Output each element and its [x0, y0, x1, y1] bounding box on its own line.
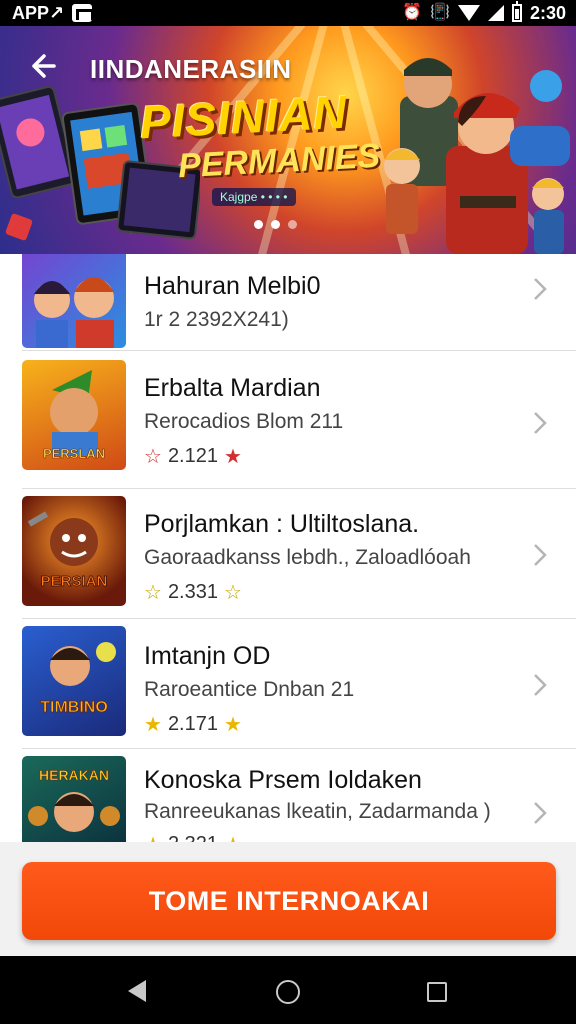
rating-value: 2.331 — [167, 581, 218, 603]
game-rating: ☆ 2.331 ☆ — [144, 580, 242, 605]
game-subtitle: Gaoraadkanss lebdh., Zaloadlóoah — [144, 546, 471, 569]
home-nav-icon[interactable] — [276, 980, 300, 1004]
game-name: Konoska Prsem Ioldaken — [144, 766, 422, 794]
chevron-right-icon — [534, 674, 547, 696]
list-item[interactable]: TIMBINO Imtanjn OD Raroeantice Dnban 21 … — [0, 624, 576, 754]
recents-nav-icon[interactable] — [427, 982, 447, 1002]
rating-value: 2.171 — [167, 713, 218, 735]
back-arrow-icon[interactable] — [26, 50, 58, 82]
game-rating: ★ 2.171 ★ — [144, 712, 242, 737]
star-icon: ★ — [224, 714, 242, 736]
game-subtitle: 1r 2 2392X241) — [144, 308, 289, 331]
list-item[interactable]: HERAKAN Konoska Prsem Ioldaken Ranreeuka… — [0, 754, 576, 842]
game-thumbnail: HERAKAN — [22, 756, 126, 842]
game-subtitle: Rerocadios Blom 211 — [144, 410, 344, 433]
rating-value: 2.321 — [168, 833, 218, 842]
divider — [22, 350, 576, 351]
divider — [22, 618, 576, 619]
star-icon: ★ — [224, 832, 242, 842]
game-rating: ★ 2.321 ★ — [144, 832, 242, 842]
game-thumbnail: PERSLAN — [22, 360, 126, 470]
status-time: 2:30 — [529, 2, 566, 23]
game-subtitle: Raroeantice Dnban 21 — [144, 678, 355, 701]
list-item[interactable]: PERSLAN Erbalta Mardian Rerocadios Blom … — [0, 358, 576, 488]
star-outline-icon: ☆ — [144, 582, 162, 604]
alarm-icon: ⏰ — [402, 4, 423, 21]
game-list[interactable]: Hahuran Melbi0 1r 2 2392X241) PERSLAN Er… — [0, 254, 576, 842]
divider — [22, 488, 576, 489]
svg-text:TIMBINO: TIMBINO — [40, 699, 108, 716]
page-title: IINDANERASIIN — [90, 54, 292, 84]
app-label: APP↗ — [12, 2, 65, 23]
notification-icon — [72, 4, 95, 22]
chevron-right-icon — [534, 802, 547, 824]
game-name: Hahuran Melbi0 — [144, 272, 321, 300]
list-item[interactable]: PERSIAN Porjlamkan : Ultiltoslana. Gaora… — [0, 496, 576, 626]
carousel-dot[interactable] — [288, 220, 297, 229]
primary-action-button[interactable]: TOME INTERNOAKAI — [22, 862, 556, 940]
game-name: Imtanjn OD — [144, 642, 271, 670]
heroes-illustration — [384, 58, 570, 254]
game-rating: ☆ 2.121 ★ — [144, 444, 242, 469]
game-subtitle: Ranreeukanas lkeatin, Zadarmanda ) — [144, 800, 491, 823]
game-thumbnail: TIMBINO — [22, 626, 126, 736]
status-bar: APP↗ ⏰ 📳 2:30 — [0, 0, 576, 26]
chevron-right-icon — [534, 544, 547, 566]
carousel-dot[interactable] — [254, 220, 263, 229]
game-thumbnail — [22, 254, 126, 348]
svg-text:PERSIAN: PERSIAN — [41, 573, 108, 590]
rating-value: 2.121 — [167, 445, 218, 467]
back-nav-icon[interactable] — [128, 980, 146, 1002]
bottom-action-area: TOME INTERNOAKAI — [0, 842, 576, 956]
banner-tag: Kajgpe • • • • — [212, 188, 296, 206]
svg-text:HERAKAN: HERAKAN — [39, 767, 109, 783]
wifi-icon — [457, 5, 480, 21]
star-outline-icon: ☆ — [224, 582, 242, 604]
carousel-dot[interactable] — [271, 220, 280, 229]
game-name: Porjlamkan : Ultiltoslana. — [144, 510, 420, 538]
star-icon: ★ — [144, 714, 162, 736]
game-name: Erbalta Mardian — [144, 374, 321, 402]
carousel-indicator — [254, 220, 297, 229]
chevron-right-icon — [534, 412, 547, 434]
system-nav-bar — [0, 956, 576, 1024]
signal-icon — [487, 5, 504, 21]
divider — [22, 748, 576, 749]
battery-icon — [511, 1, 522, 22]
star-outline-icon: ☆ — [144, 446, 162, 468]
chevron-right-icon — [534, 278, 547, 300]
star-icon: ★ — [144, 832, 162, 842]
star-icon: ★ — [224, 446, 242, 468]
game-thumbnail: PERSIAN — [22, 496, 126, 606]
list-item[interactable]: Hahuran Melbi0 1r 2 2392X241) — [0, 254, 576, 364]
hero-banner[interactable]: IINDANERASIIN PISINIAN PERMANIES Kajgpe … — [0, 26, 576, 254]
vibrate-icon: 📳 — [430, 4, 450, 21]
svg-text:PERSLAN: PERSLAN — [43, 446, 105, 461]
